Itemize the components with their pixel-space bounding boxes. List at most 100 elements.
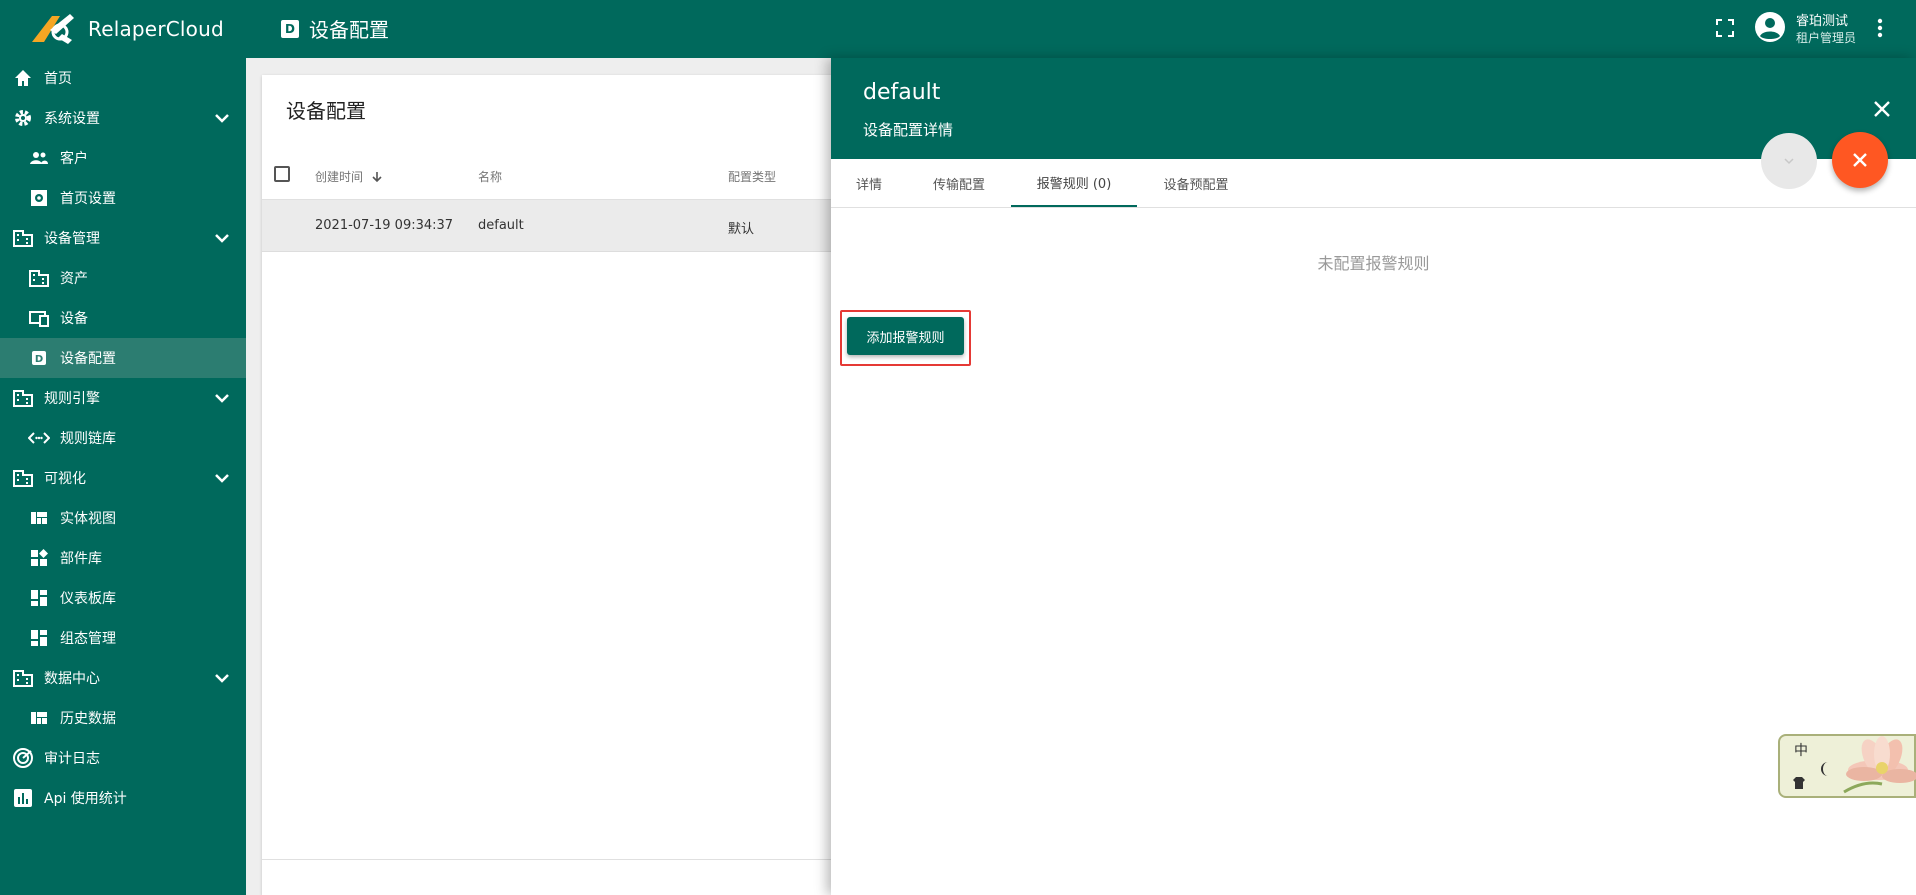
page-title: 设备配置 xyxy=(309,18,389,42)
close-icon[interactable] xyxy=(1871,98,1893,120)
building-icon xyxy=(28,267,50,289)
brand-name: RelaperCloud xyxy=(88,17,224,41)
sidebar-item-device-management[interactable]: 设备管理 xyxy=(0,218,246,258)
ime-mode-label: 中 xyxy=(1794,743,1808,759)
chevron-down-icon[interactable] xyxy=(212,388,232,408)
tab-details[interactable]: 详情 xyxy=(831,159,907,207)
sidebar-item-label: 设备 xyxy=(60,311,88,327)
sidebar-item-label: 首页 xyxy=(44,71,72,87)
sidebar-item-audit-logs[interactable]: 审计日志 xyxy=(0,738,246,778)
sidebar-item-label: 组态管理 xyxy=(60,631,116,647)
sidebar-item-label: 规则链库 xyxy=(60,431,116,447)
tab-transport[interactable]: 传输配置 xyxy=(907,159,1011,207)
cell-type: 默认 xyxy=(728,222,755,237)
footer-divider xyxy=(262,859,902,860)
sidebar: 首页 系统设置 客户 首页设置 设备管理 资产 设备 D 设备配置 规则引擎 规… xyxy=(0,58,246,895)
logo-icon xyxy=(32,14,74,44)
tab-provisioning[interactable]: 设备预配置 xyxy=(1137,159,1255,207)
sidebar-item-label: 系统设置 xyxy=(44,111,100,127)
chevron-down-icon xyxy=(1784,158,1794,165)
details-drawer: default 设备配置详情 详情 传输配置 报警规则 (0) 设备预配置 未配… xyxy=(831,58,1916,895)
sidebar-item-label: Api 使用统计 xyxy=(44,791,127,807)
sidebar-item-widgets-library[interactable]: 部件库 xyxy=(0,538,246,578)
sidebar-item-label: 规则引擎 xyxy=(44,391,100,407)
building-icon xyxy=(12,467,34,489)
arrow-down-icon xyxy=(372,172,382,183)
sidebar-item-label: 资产 xyxy=(60,271,88,287)
view-quilt-icon xyxy=(28,507,50,529)
sidebar-item-visualization[interactable]: 可视化 xyxy=(0,458,246,498)
code-icon xyxy=(28,427,50,449)
column-header-type[interactable]: 配置类型 xyxy=(728,168,776,185)
sidebar-item-label: 首页设置 xyxy=(60,191,116,207)
sidebar-item-data-center[interactable]: 数据中心 xyxy=(0,658,246,698)
drawer-header: default 设备配置详情 xyxy=(831,58,1916,159)
sidebar-item-label: 仪表板库 xyxy=(60,591,116,607)
flower-decoration-icon xyxy=(1843,736,1916,794)
more-vert-icon[interactable] xyxy=(1870,15,1890,41)
sidebar-item-label: 部件库 xyxy=(60,551,102,567)
fullscreen-icon[interactable] xyxy=(1714,17,1736,39)
chevron-down-icon[interactable] xyxy=(212,668,232,688)
sidebar-item-entity-views[interactable]: 实体视图 xyxy=(0,498,246,538)
column-header-created[interactable]: 创建时间 xyxy=(315,168,383,185)
sidebar-item-device-profiles[interactable]: D 设备配置 xyxy=(0,338,246,378)
sidebar-item-history-data[interactable]: 历史数据 xyxy=(0,698,246,738)
people-icon xyxy=(28,147,50,169)
sidebar-item-dashboards[interactable]: 仪表板库 xyxy=(0,578,246,618)
view-quilt-icon xyxy=(28,707,50,729)
chart-icon xyxy=(12,787,34,809)
column-header-name[interactable]: 名称 xyxy=(478,168,502,185)
collapse-fab[interactable] xyxy=(1761,133,1817,189)
sidebar-item-scada[interactable]: 组态管理 xyxy=(0,618,246,658)
chevron-down-icon[interactable] xyxy=(212,108,232,128)
home-icon xyxy=(12,67,34,89)
close-fab[interactable] xyxy=(1832,132,1888,188)
sidebar-item-label: 可视化 xyxy=(44,471,86,487)
device-profiles-card: 设备配置 创建时间 名称 配置类型 2021-07-19 09:34:37 de… xyxy=(262,75,902,895)
moon-icon[interactable] xyxy=(1818,760,1834,778)
sidebar-item-assets[interactable]: 资产 xyxy=(0,258,246,298)
chevron-down-icon[interactable] xyxy=(212,228,232,248)
drawer-title: default xyxy=(863,80,941,105)
sidebar-item-label: 设备配置 xyxy=(60,351,116,367)
account-circle-icon[interactable] xyxy=(1754,11,1786,43)
sidebar-item-label: 历史数据 xyxy=(60,711,116,727)
sidebar-item-devices[interactable]: 设备 xyxy=(0,298,246,338)
table-header: 创建时间 名称 配置类型 xyxy=(262,150,902,200)
sidebar-item-label: 设备管理 xyxy=(44,231,100,247)
ime-status-widget[interactable]: 中 xyxy=(1778,734,1916,798)
cell-created: 2021-07-19 09:34:37 xyxy=(315,218,454,233)
building-icon xyxy=(12,667,34,689)
user-name: 睿珀测试 xyxy=(1796,14,1849,29)
user-role: 租户管理员 xyxy=(1796,31,1857,45)
dashboard-icon xyxy=(28,627,50,649)
sidebar-item-rule-engine[interactable]: 规则引擎 xyxy=(0,378,246,418)
close-icon xyxy=(1853,153,1867,167)
sidebar-item-api-usage[interactable]: Api 使用统计 xyxy=(0,778,246,818)
tab-alarm-rules[interactable]: 报警规则 (0) xyxy=(1011,159,1137,207)
sidebar-item-label: 实体视图 xyxy=(60,511,116,527)
sidebar-item-rule-chains[interactable]: 规则链库 xyxy=(0,418,246,458)
sidebar-item-label: 数据中心 xyxy=(44,671,100,687)
sidebar-item-customers[interactable]: 客户 xyxy=(0,138,246,178)
sidebar-item-home[interactable]: 首页 xyxy=(0,58,246,98)
brand[interactable]: RelaperCloud xyxy=(30,10,224,48)
table-row[interactable]: 2021-07-19 09:34:37 default 默认 xyxy=(262,200,902,252)
settings-box-icon xyxy=(28,187,50,209)
device-profile-icon: D xyxy=(28,347,50,369)
add-alarm-rule-button[interactable]: 添加报警规则 xyxy=(847,317,964,355)
top-toolbar: RelaperCloud D 设备配置 睿珀测试 租户管理员 xyxy=(0,0,1916,58)
skin-icon[interactable] xyxy=(1792,776,1806,790)
device-profile-icon: D xyxy=(281,19,299,38)
devices-icon xyxy=(28,307,50,329)
select-all-checkbox[interactable] xyxy=(274,166,290,182)
cell-name: default xyxy=(478,218,524,233)
drawer-subtitle: 设备配置详情 xyxy=(863,121,954,139)
sidebar-item-home-settings[interactable]: 首页设置 xyxy=(0,178,246,218)
sidebar-item-label: 客户 xyxy=(60,151,88,167)
tab-bar: 详情 传输配置 报警规则 (0) 设备预配置 xyxy=(831,159,1916,208)
chevron-down-icon[interactable] xyxy=(212,468,232,488)
page-heading: D 设备配置 xyxy=(281,14,389,43)
sidebar-item-system-settings[interactable]: 系统设置 xyxy=(0,98,246,138)
